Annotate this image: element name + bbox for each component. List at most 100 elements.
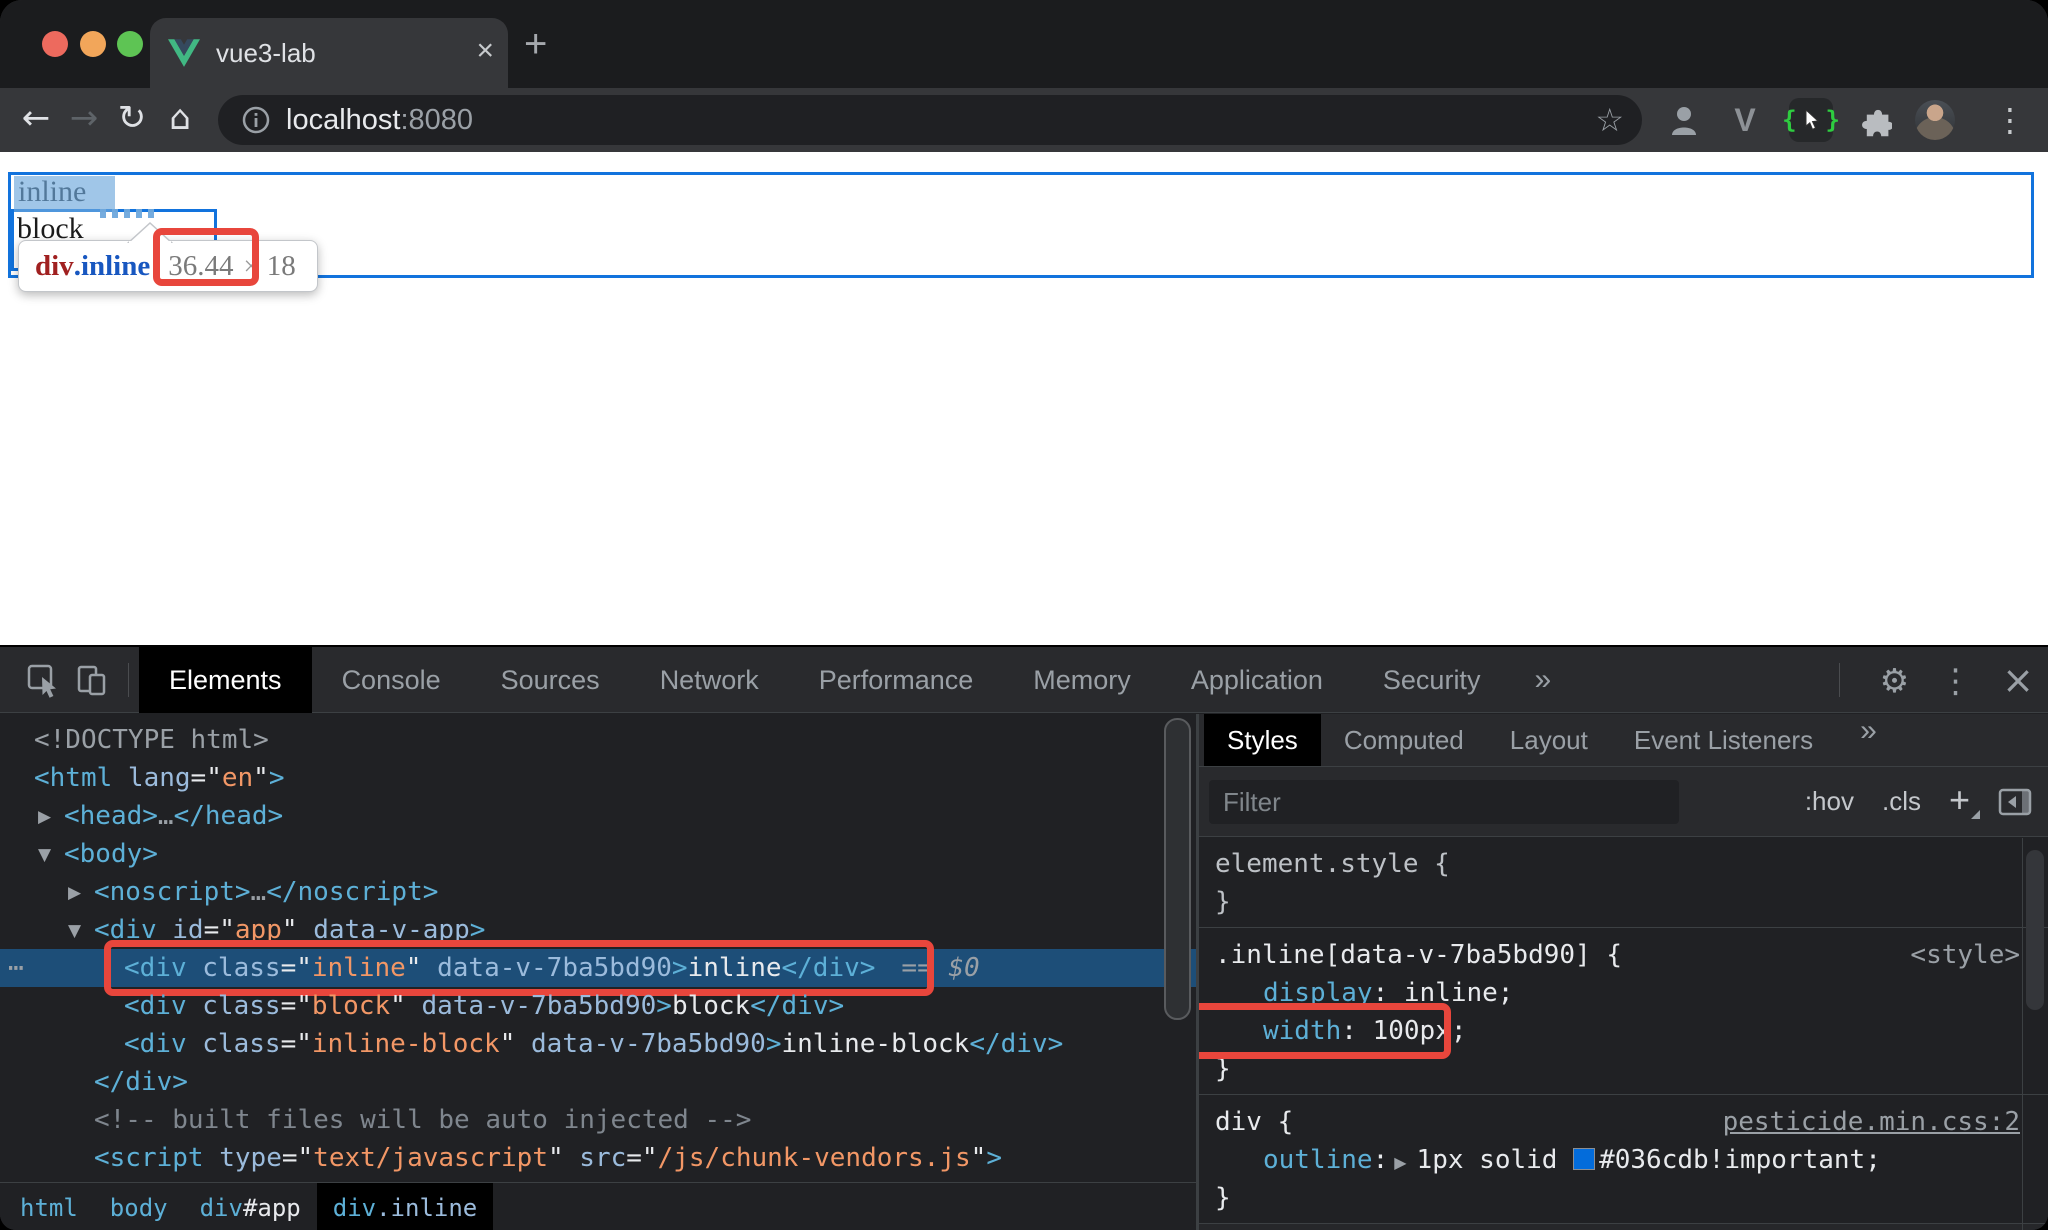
profile-extension-icon[interactable] xyxy=(1662,98,1706,142)
browser-toolbar: ← → ↻ ⌂ localhost:8080 ☆ V { } ⋮ xyxy=(0,88,2048,152)
code-segment: > xyxy=(986,1143,1002,1173)
inspect-element-icon[interactable] xyxy=(18,655,68,705)
bookmark-star-icon[interactable]: ☆ xyxy=(1595,101,1624,139)
devtools-tab-sources[interactable]: Sources xyxy=(471,647,630,713)
dom-tree-row[interactable]: ▶ <head>…</head> xyxy=(0,797,1196,835)
extensions-puzzle-icon[interactable] xyxy=(1852,98,1896,142)
dom-tree-row[interactable]: </div> xyxy=(0,1063,1196,1101)
hint-eq: == xyxy=(901,953,949,983)
collapsed-arrow-icon[interactable]: ▶ xyxy=(38,798,64,836)
minimize-window-button[interactable] xyxy=(80,31,106,57)
code-segment: #app xyxy=(242,1194,301,1222)
sidebar-toggle-icon[interactable] xyxy=(1998,787,2032,817)
styles-tab-layout[interactable]: Layout xyxy=(1487,714,1611,766)
devtools-tab-elements[interactable]: Elements xyxy=(139,646,312,713)
browser-window: vue3-lab × + ← → ↻ ⌂ localhost:8080 ☆ V … xyxy=(0,0,2048,1230)
dom-tree-row[interactable]: <html lang="en"> xyxy=(0,759,1196,797)
style-rule-section: .inline[data-v-7ba5bd90] {<style> display… xyxy=(1199,928,2048,1095)
devtools: Elements Console Sources Network Performance… xyxy=(0,645,2048,1230)
rule-selector: element.style { xyxy=(1215,849,1450,879)
more-tabs-icon[interactable]: » xyxy=(1510,663,1575,697)
dom-tree-row[interactable]: <!DOCTYPE html> xyxy=(0,721,1196,759)
color-swatch[interactable] xyxy=(1573,1148,1596,1170)
home-button[interactable]: ⌂ xyxy=(156,94,204,142)
vue-devtools-extension-icon[interactable]: V xyxy=(1723,98,1767,142)
back-button[interactable]: ← xyxy=(12,94,60,142)
styles-filter-input[interactable]: Filter xyxy=(1209,779,1679,824)
devtools-tab-security[interactable]: Security xyxy=(1353,647,1511,713)
breadcrumb-item[interactable]: body xyxy=(94,1183,184,1230)
profile-avatar[interactable] xyxy=(1915,100,1955,140)
rule-selector-line[interactable]: element.style { xyxy=(1215,845,2048,883)
devtools-toolbar-right: ⚙ ⋮ × xyxy=(1829,647,2034,713)
devtools-tab-network[interactable]: Network xyxy=(630,647,789,713)
device-toolbar-icon[interactable] xyxy=(68,655,118,705)
style-rule-section: div {pesticide.min.css:2 outline: ▶ 1px sol… xyxy=(1199,1095,2048,1224)
breadcrumb: html body div#app div.inline xyxy=(0,1182,1196,1230)
expanded-arrow-icon[interactable]: ▼ xyxy=(38,836,64,874)
styles-tab-computed[interactable]: Computed xyxy=(1321,714,1487,766)
dom-tree-row[interactable]: ▼ <div id="app" data-v-app> xyxy=(0,911,1196,949)
devtools-toolbar: Elements Console Sources Network Performance… xyxy=(0,646,2048,713)
devtools-tab-memory[interactable]: Memory xyxy=(1003,647,1161,713)
new-tab-button[interactable]: + xyxy=(524,22,547,67)
collapsed-arrow-icon[interactable]: ▶ xyxy=(68,874,94,912)
close-window-button[interactable] xyxy=(42,31,68,57)
site-info-icon[interactable] xyxy=(242,106,270,134)
maximize-window-button[interactable] xyxy=(117,31,143,57)
code-braces-extension-icon[interactable]: { } xyxy=(1782,98,1840,142)
tab-close-icon[interactable]: × xyxy=(476,34,494,68)
code-segment: src xyxy=(579,1143,627,1173)
code-segment: inline-block xyxy=(781,1029,970,1059)
expand-value-icon[interactable]: ▶ xyxy=(1394,1144,1406,1182)
dom-tree-row[interactable]: ⋯ <div class="inline" data-v-7ba5bd90>inl… xyxy=(0,940,1196,996)
devtools-tab-application[interactable]: Application xyxy=(1161,647,1353,713)
css-property: display: inline; xyxy=(1263,974,1513,1012)
dom-tree-row[interactable]: <div class="block" data-v-7ba5bd90>block… xyxy=(0,987,1196,1025)
toggle-class-button[interactable]: .cls xyxy=(1882,786,1921,817)
code-segment: " xyxy=(390,991,422,1021)
reload-button[interactable]: ↻ xyxy=(108,94,156,142)
code-segment: " xyxy=(547,1143,580,1173)
code-segment: body xyxy=(109,1194,168,1222)
row-options-dots[interactable]: ⋯ xyxy=(8,949,24,987)
browser-menu-icon[interactable]: ⋮ xyxy=(1988,98,2032,142)
styles-bottom-strip xyxy=(1199,1224,2048,1230)
forward-button[interactable]: → xyxy=(60,94,108,142)
browser-tab[interactable]: vue3-lab × xyxy=(150,18,508,88)
devtools-menu-icon[interactable]: ⋮ xyxy=(1939,661,1972,700)
breadcrumb-item[interactable]: div.inline xyxy=(316,1183,494,1230)
stylesheet-source-link[interactable]: <style> xyxy=(1910,936,2020,974)
new-style-rule-button[interactable]: + xyxy=(1949,779,1981,821)
settings-gear-icon[interactable]: ⚙ xyxy=(1880,661,1910,700)
more-style-tabs-icon[interactable]: » xyxy=(1836,714,1901,766)
expanded-arrow-icon[interactable]: ▼ xyxy=(68,912,94,950)
css-property-line[interactable]: display: inline; xyxy=(1215,974,2048,1012)
code-segment: /js/chunk-vendors.js xyxy=(657,1143,971,1173)
dom-tree-row[interactable]: <div class="inline-block" data-v-7ba5bd9… xyxy=(0,1025,1196,1063)
dom-tree-row[interactable]: <script type="text/javascript" src="/js/… xyxy=(0,1139,1196,1177)
dom-tree-row[interactable]: <!-- built files will be auto injected -… xyxy=(0,1101,1196,1139)
elements-scrollbar[interactable] xyxy=(1164,718,1191,1020)
breadcrumb-item[interactable]: html xyxy=(4,1183,94,1230)
code-segment: =" xyxy=(280,1029,312,1059)
devtools-tab-console[interactable]: Console xyxy=(312,647,471,713)
devtools-close-icon[interactable]: × xyxy=(2002,658,2034,702)
breadcrumb-item[interactable]: div#app xyxy=(184,1183,317,1230)
toggle-hover-state-button[interactable]: :hov xyxy=(1805,786,1854,817)
css-property-line[interactable]: width: 100px; xyxy=(1199,1003,2048,1059)
code-segment: class xyxy=(202,991,281,1021)
rule-selector-line[interactable]: div {pesticide.min.css:2 xyxy=(1215,1103,2048,1141)
styles-scrollbar[interactable] xyxy=(2022,838,2048,1230)
code-segment: > xyxy=(656,991,672,1021)
code-segment: =" xyxy=(281,1143,314,1173)
styles-tab-styles[interactable]: Styles xyxy=(1204,714,1321,766)
devtools-tab-performance[interactable]: Performance xyxy=(789,647,1004,713)
stylesheet-source-link[interactable]: pesticide.min.css:2 xyxy=(1723,1103,2020,1141)
dom-tree-row[interactable]: ▼ <body> xyxy=(0,835,1196,873)
rule-selector-line[interactable]: .inline[data-v-7ba5bd90] {<style> xyxy=(1215,936,2048,974)
address-bar[interactable]: localhost:8080 ☆ xyxy=(218,95,1642,145)
css-property-line[interactable]: outline: ▶ 1px solid #036cdb!important; xyxy=(1215,1141,2048,1179)
styles-tab-event-listeners[interactable]: Event Listeners xyxy=(1611,714,1836,766)
dom-tree-row[interactable]: ▶ <noscript>…</noscript> xyxy=(0,873,1196,911)
